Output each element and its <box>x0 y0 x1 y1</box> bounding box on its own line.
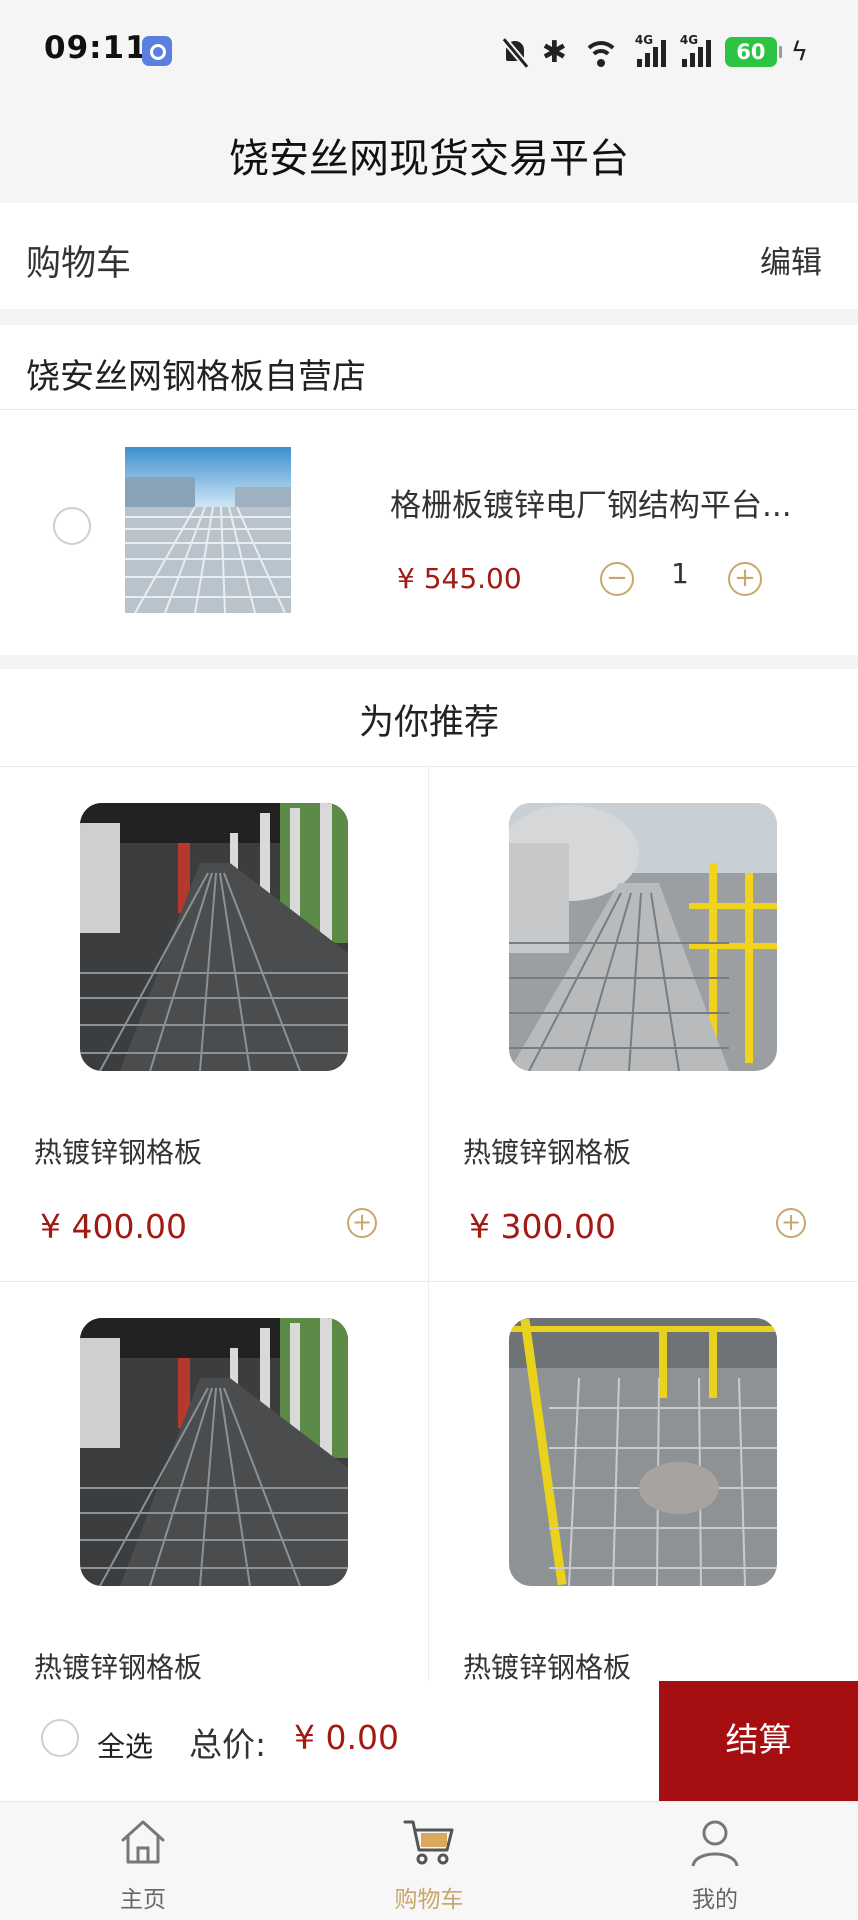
store-section: 饶安丝网钢格板自营店 格栅板镀锌电厂钢结构平台... ¥ 545.00 − 1 … <box>0 325 858 655</box>
total-label: 总价: <box>189 1725 267 1764</box>
cellular-signal-icon-1: 4G <box>635 33 666 67</box>
decrease-quantity-button[interactable]: − <box>600 562 634 596</box>
mute-bell-icon <box>502 37 528 67</box>
product-card[interactable]: 热镀锌钢格板 ¥ 400.00 + <box>0 767 428 1281</box>
status-icons: ✱ 4G 4G 60 ϟ <box>502 32 808 72</box>
product-image[interactable] <box>80 1318 348 1586</box>
product-name[interactable]: 热镀锌钢格板 <box>34 1646 202 1686</box>
product-price: ¥ 400.00 <box>40 1207 187 1246</box>
total-price: ¥ 0.00 <box>294 1718 399 1757</box>
cart-header: 购物车 编辑 <box>0 203 858 309</box>
recommend-title: 为你推荐 <box>358 703 499 743</box>
store-name[interactable]: 饶安丝网钢格板自营店 <box>26 349 366 398</box>
cellular-signal-icon-2: 4G <box>680 33 711 67</box>
cart-title: 购物车 <box>26 244 132 284</box>
person-icon <box>691 1820 739 1867</box>
product-name[interactable]: 热镀锌钢格板 <box>34 1131 202 1171</box>
wifi-icon <box>581 37 621 67</box>
home-icon <box>121 1820 165 1864</box>
status-time: 09:11 <box>44 30 148 66</box>
select-all-radio[interactable] <box>41 1719 79 1757</box>
cart-icon <box>403 1820 454 1865</box>
tab-bar: 主页 购物车 我的 <box>0 1801 858 1920</box>
page-title: 饶安丝网现货交易平台 <box>229 136 629 182</box>
battery-icon: 60 <box>724 37 782 67</box>
divider <box>0 409 858 410</box>
product-image[interactable] <box>80 803 348 1071</box>
add-to-cart-button[interactable]: + <box>347 1208 377 1238</box>
tab-label: 主页 <box>120 1887 166 1913</box>
product-card[interactable]: 热镀锌钢格板 ¥ 300.00 + <box>429 767 857 1281</box>
bluetooth-icon: ✱ <box>541 34 567 70</box>
status-bar: 09:11 ✱ 4G 4G 60 ϟ <box>0 0 858 100</box>
tab-home[interactable]: 主页 <box>0 1802 286 1920</box>
tab-label: 我的 <box>692 1887 738 1913</box>
tab-cart[interactable]: 购物车 <box>286 1802 572 1920</box>
item-quantity[interactable]: 1 <box>660 557 700 590</box>
cart-page: 09:11 ✱ 4G 4G 60 ϟ 饶安丝网现货交易平台 购物车 编辑 饶安丝… <box>0 0 858 1920</box>
product-name[interactable]: 热镀锌钢格板 <box>463 1131 631 1171</box>
product-image[interactable] <box>509 1318 777 1586</box>
product-image[interactable] <box>509 803 777 1071</box>
item-image[interactable] <box>125 447 291 613</box>
tab-label: 购物车 <box>394 1887 464 1913</box>
nav-header: 饶安丝网现货交易平台 <box>0 100 858 203</box>
item-price: ¥ 545.00 <box>397 562 522 595</box>
tab-profile[interactable]: 我的 <box>572 1802 858 1920</box>
increase-quantity-button[interactable]: + <box>728 562 762 596</box>
checkout-bar: 全选 总价: ¥ 0.00 结算 <box>0 1681 858 1801</box>
edit-button[interactable]: 编辑 <box>760 237 822 282</box>
add-to-cart-button[interactable]: + <box>776 1208 806 1238</box>
product-price: ¥ 300.00 <box>469 1207 616 1246</box>
app-notification-icon <box>142 36 172 66</box>
product-name[interactable]: 热镀锌钢格板 <box>463 1646 631 1686</box>
item-select-radio[interactable] <box>53 507 91 545</box>
recommend-section: 为你推荐 热镀锌钢格板 ¥ 400.00 + 热镀锌钢格板 ¥ 300.00 +… <box>0 669 858 1684</box>
charging-icon: ϟ <box>790 37 808 67</box>
select-all-label[interactable]: 全选 <box>97 1725 153 1765</box>
checkout-button[interactable]: 结算 <box>659 1681 858 1801</box>
item-name[interactable]: 格栅板镀锌电厂钢结构平台... <box>390 480 830 525</box>
